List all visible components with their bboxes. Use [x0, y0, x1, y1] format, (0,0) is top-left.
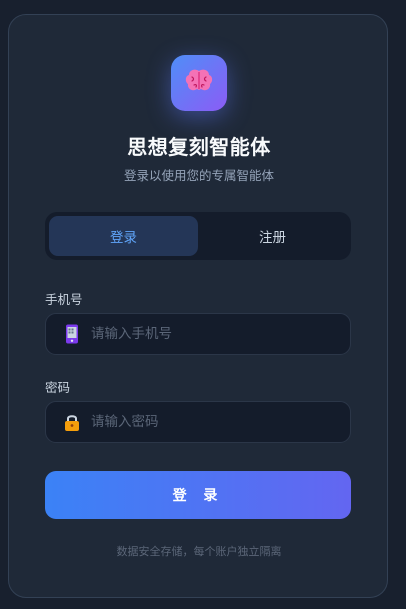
app-title: 思想复刻智能体	[127, 135, 271, 159]
app-subtitle: 登录以使用您的专属智能体	[123, 168, 274, 183]
brain-icon	[184, 68, 214, 98]
auth-tabs: 登录 注册	[45, 212, 351, 260]
password-input[interactable]	[91, 414, 331, 430]
app-logo	[171, 55, 227, 111]
mobile-phone-icon	[63, 324, 81, 344]
phone-input[interactable]	[91, 326, 331, 342]
tab-register[interactable]: 注册	[198, 216, 347, 256]
phone-field[interactable]	[45, 313, 351, 355]
password-label: 密码	[45, 380, 71, 395]
phone-label: 手机号	[45, 292, 83, 307]
login-submit-button[interactable]: 登 录	[45, 471, 351, 519]
security-note: 数据安全存储，每个账户独立隔离	[116, 545, 282, 558]
tab-login[interactable]: 登录	[49, 216, 198, 256]
login-card: 思想复刻智能体 登录以使用您的专属智能体 登录 注册 手机号 密码	[8, 14, 388, 598]
password-field[interactable]	[45, 401, 351, 443]
lock-icon	[63, 413, 81, 432]
